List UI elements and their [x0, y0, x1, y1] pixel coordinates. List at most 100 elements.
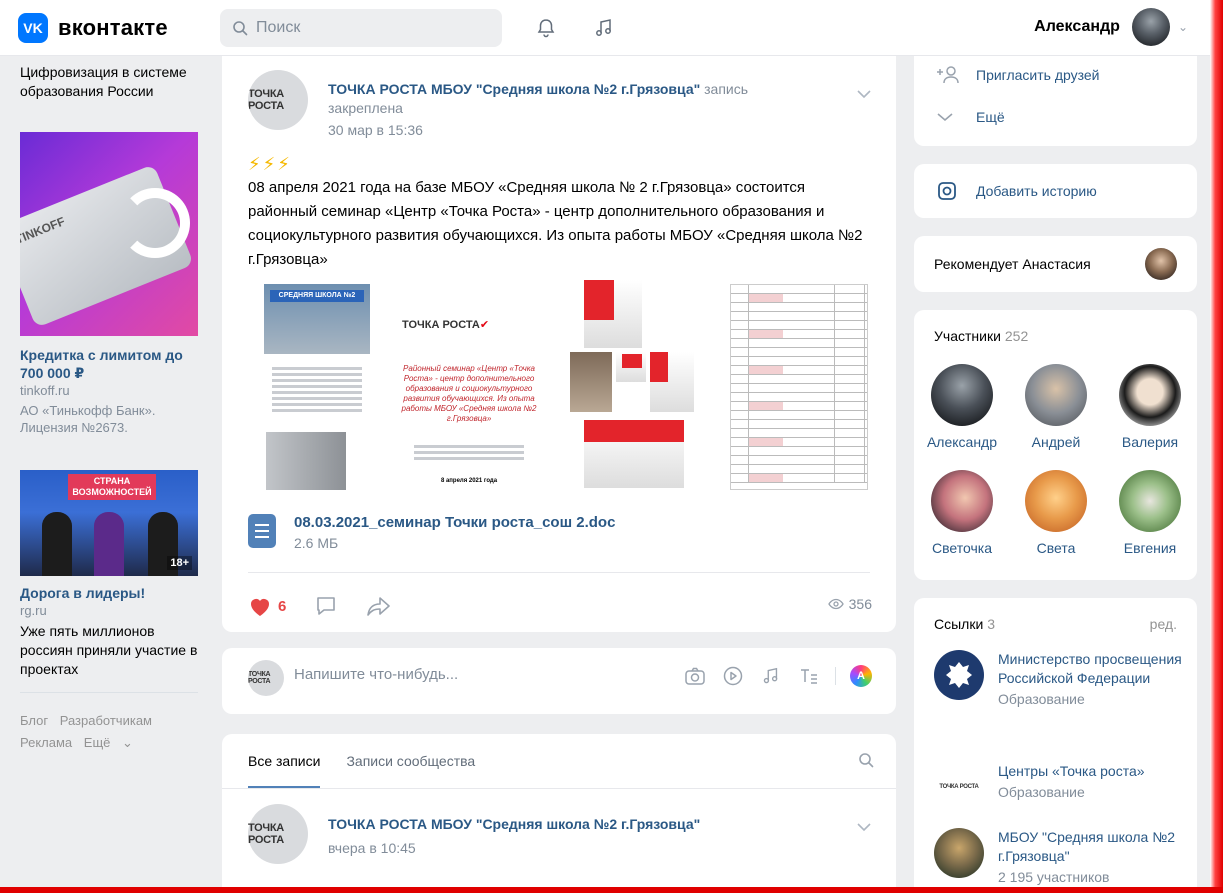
post-actions: 6 356 — [248, 592, 872, 620]
footer-more-link[interactable]: Ещё ⌄ — [84, 735, 133, 750]
link-item[interactable]: ТОЧКА РОСТА Центры «Точка роста» Образов… — [934, 762, 1188, 812]
gallery-photo-classrooms[interactable] — [570, 280, 698, 492]
tab-community-posts[interactable]: Записи сообщества — [346, 734, 475, 788]
school-avatar — [934, 828, 984, 878]
schedule-row — [731, 393, 867, 402]
footer-ads-link[interactable]: Реклама — [20, 735, 72, 750]
member-avatar — [931, 470, 993, 532]
post-date[interactable]: 30 мар в 15:36 — [328, 122, 423, 138]
ad-tinkoff-title[interactable]: Кредитка с лимитом до 700 000 ₽ — [20, 346, 198, 382]
search-icon[interactable] — [858, 752, 874, 771]
post-menu-chevron-icon[interactable] — [856, 86, 872, 102]
refresh-arrow-icon — [120, 188, 190, 258]
add-story-button[interactable]: Добавить историю — [914, 164, 1197, 218]
member-item[interactable]: Андрей — [1010, 364, 1102, 450]
member-name: Андрей — [1031, 434, 1081, 450]
ad-tinkoff-desc: АО «Тинькофф Банк». Лицензия №2673. — [20, 403, 156, 435]
ad-rg-title[interactable]: Дорога в лидеры! — [20, 584, 198, 602]
ad-rg-domain: rg.ru — [20, 603, 47, 618]
composer-tools: A — [669, 664, 872, 688]
member-item[interactable]: Евгения — [1104, 470, 1196, 556]
user-name: Александр — [1034, 18, 1120, 35]
divider — [248, 572, 870, 573]
post-menu-chevron-icon[interactable] — [856, 820, 872, 835]
links-header[interactable]: Ссылки 3 — [934, 616, 995, 632]
schedule-row — [731, 411, 867, 420]
member-item[interactable]: Валерия — [1104, 364, 1196, 450]
community-avatar[interactable]: ТОЧКА РОСТА — [248, 804, 308, 864]
seminar-text: Районный семинар «Центр «Точка Роста» - … — [401, 364, 537, 423]
age-badge: 18+ — [167, 556, 192, 570]
document-attachment[interactable]: 08.03.2021_семинар Точки роста_сош 2.doc… — [248, 514, 615, 551]
footer-blog-link[interactable]: Блог — [20, 713, 48, 728]
share-button[interactable] — [366, 595, 392, 617]
ad-banner: СТРАНА ВОЗМОЖНОСТЕЙ — [68, 474, 156, 500]
member-item[interactable]: Светочка — [916, 470, 1008, 556]
post-gallery[interactable]: СРЕДНЯЯ ШКОЛА №2 ТОЧКА РОСТА✔ Районный с… — [248, 278, 878, 498]
link-item[interactable]: МБОУ "Средняя школа №2 г.Грязовца" 2 195… — [934, 828, 1188, 887]
members-block: Участники 252 Александр Андрей Валерия Св… — [914, 310, 1197, 580]
vk-logo-icon: VK — [18, 13, 48, 43]
attachment-name[interactable]: 08.03.2021_семинар Точки роста_сош 2.doc — [294, 514, 615, 531]
schedule-row — [731, 321, 867, 330]
member-item[interactable]: Александр — [916, 364, 1008, 450]
link-title: МБОУ "Средняя школа №2 г.Грязовца" — [998, 829, 1175, 864]
user-menu[interactable]: Александр ⌄ — [1034, 8, 1188, 46]
schedule-row — [731, 438, 867, 447]
like-button[interactable]: 6 — [248, 595, 286, 617]
member-name: Светочка — [932, 540, 992, 556]
camera-icon[interactable] — [683, 664, 707, 688]
heart-icon — [251, 599, 269, 616]
post2-date[interactable]: вчера в 10:45 — [328, 840, 416, 856]
post-author-link[interactable]: ТОЧКА РОСТА МБОУ "Средняя школа №2 г.Гря… — [328, 81, 700, 97]
schedule-row — [731, 357, 867, 366]
schedule-row — [731, 339, 867, 348]
logo-text: вконтакте — [58, 15, 168, 40]
notifications-bell-icon[interactable] — [532, 14, 560, 42]
schedule-row — [731, 447, 867, 456]
links-edit-button[interactable]: ред. — [1150, 616, 1177, 632]
ai-assistant-icon[interactable]: A — [850, 665, 872, 687]
music-note-icon[interactable] — [759, 664, 783, 688]
link-title: Центры «Точка роста» — [998, 763, 1145, 779]
search-input[interactable] — [256, 19, 476, 37]
tab-all-posts[interactable]: Все записи — [248, 734, 321, 788]
gallery-photo-seminar[interactable]: ТОЧКА РОСТА✔ Районный семинар «Центр «То… — [396, 282, 542, 492]
gallery-photo-schedule[interactable] — [730, 284, 868, 490]
video-play-icon[interactable] — [721, 664, 745, 688]
schedule-row — [731, 375, 867, 384]
link-title: Министерство просвещения Российской Феде… — [998, 651, 1182, 686]
community-avatar[interactable]: ТОЧКА РОСТА — [248, 70, 308, 130]
members-header[interactable]: Участники 252 — [934, 328, 1028, 344]
ad-rg-image[interactable]: СТРАНА ВОЗМОЖНОСТЕЙ 18+ — [20, 470, 198, 576]
post-composer: ТОЧКА РОСТА A — [222, 648, 896, 714]
comment-button[interactable] — [314, 594, 338, 618]
lightning-emoji: ⚡⚡⚡ — [248, 154, 292, 174]
views-counter: 356 — [827, 596, 872, 612]
left-top-link[interactable]: Цифровизация в системе образования Росси… — [20, 63, 198, 101]
invite-friends-button[interactable]: Пригласить друзей — [914, 58, 1197, 92]
gallery-photo-school[interactable]: СРЕДНЯЯ ШКОЛА №2 — [262, 282, 372, 492]
recommendation-block[interactable]: Рекомендует Анастасия — [914, 236, 1197, 292]
member-item[interactable]: Света — [1010, 470, 1102, 556]
user-avatar — [1131, 8, 1170, 46]
footer-devs-link[interactable]: Разработчикам — [60, 713, 152, 728]
post2-author-link[interactable]: ТОЧКА РОСТА МБОУ "Средняя школа №2 г.Гря… — [328, 816, 700, 832]
post-text: 08 апреля 2021 года на базе МБОУ «Средня… — [248, 179, 863, 268]
music-note-icon[interactable] — [590, 14, 618, 42]
post-header: ТОЧКА РОСТА МБОУ "Средняя школа №2 г.Гря… — [328, 80, 808, 118]
vk-logo[interactable]: VK вконтакте — [18, 13, 168, 43]
search-box[interactable] — [220, 9, 502, 47]
person-figure — [42, 512, 72, 576]
chevron-down-icon — [936, 111, 962, 123]
ad-tinkoff-text: Кредитка с лимитом до 700 000 ₽ tinkoff.… — [20, 346, 198, 436]
text-format-icon[interactable] — [797, 664, 821, 688]
link-item[interactable]: Министерство просвещения Российской Феде… — [934, 650, 1188, 709]
more-actions-button[interactable]: Ещё — [914, 92, 1197, 142]
person-figure — [94, 512, 124, 576]
ad-tinkoff-image[interactable]: TINKOFF — [20, 132, 198, 336]
seminar-date: 8 апреля 2021 года — [440, 478, 498, 484]
add-story-block: Добавить историю — [914, 164, 1197, 218]
ad-rg-desc: Уже пять миллионов россиян приняли участ… — [20, 623, 198, 677]
composer-input[interactable] — [294, 666, 594, 683]
